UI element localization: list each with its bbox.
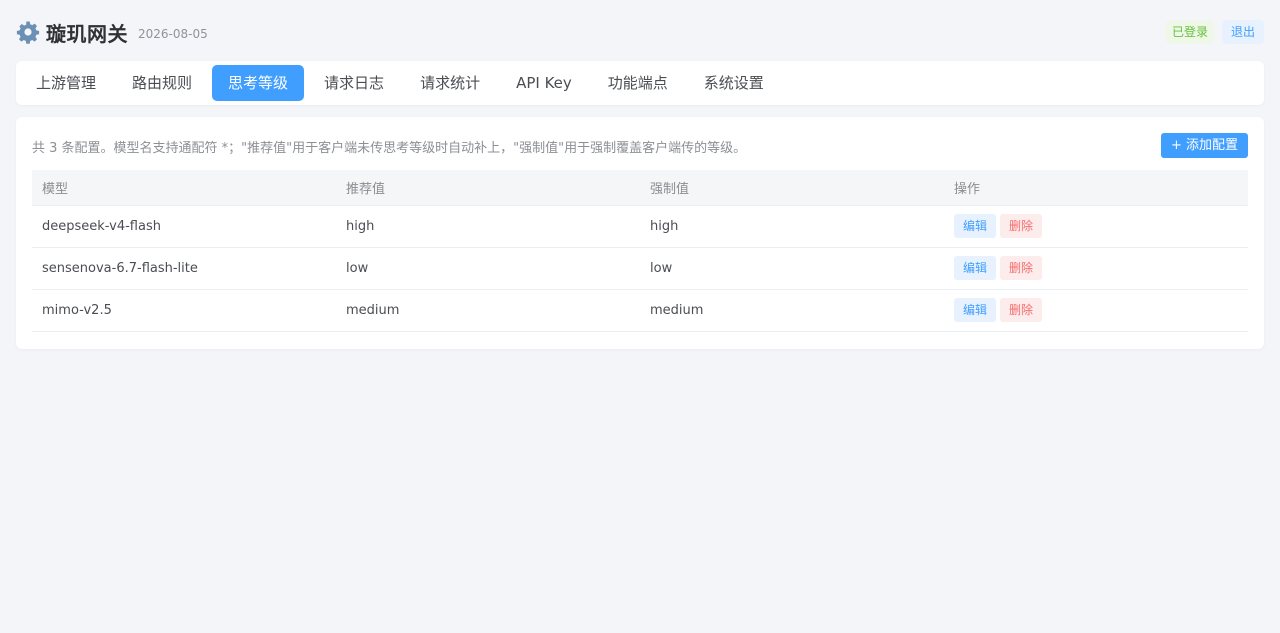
delete-button[interactable]: 删除: [1000, 214, 1043, 238]
tab-endpoints[interactable]: 功能端点: [592, 65, 684, 101]
cell-model: deepseek-v4-flash: [32, 205, 336, 248]
edit-button[interactable]: 编辑: [954, 256, 997, 280]
cell-recommended: low: [336, 247, 640, 290]
tab-request-stats[interactable]: 请求统计: [404, 65, 496, 101]
app-title: 璇玑网关: [46, 21, 128, 46]
cell-forced: medium: [640, 289, 944, 332]
cell-actions: 编辑 删除: [944, 289, 1248, 332]
cell-model: sensenova-6.7-flash-lite: [32, 247, 336, 290]
table-header-row: 模型 推荐值 强制值 操作: [32, 170, 1248, 206]
app-header: 璇玑网关 2026-08-05 已登录 退出: [16, 16, 1264, 48]
config-table: 模型 推荐值 强制值 操作 deepseek-v4-flash high hig…: [32, 170, 1248, 332]
gear-icon: [16, 20, 40, 44]
tab-routing-rules[interactable]: 路由规则: [116, 65, 208, 101]
panel-description: 共 3 条配置。模型名支持通配符 *；"推荐值"用于客户端未传思考等级时自动补上…: [32, 141, 747, 156]
delete-button[interactable]: 删除: [1000, 298, 1043, 322]
logout-button[interactable]: 退出: [1221, 20, 1264, 44]
column-header-forced: 强制值: [640, 170, 944, 206]
add-config-button[interactable]: + 添加配置: [1160, 133, 1248, 158]
cell-actions: 编辑 删除: [944, 247, 1248, 290]
main-tabs: 上游管理 路由规则 思考等级 请求日志 请求统计 API Key 功能端点 系统…: [16, 61, 1264, 105]
tab-system-settings[interactable]: 系统设置: [688, 65, 780, 101]
cell-recommended: high: [336, 205, 640, 248]
table-row: sensenova-6.7-flash-lite low low 编辑 删除: [32, 247, 1248, 290]
cell-forced: high: [640, 205, 944, 248]
app-date: 2026-08-05: [138, 27, 208, 41]
edit-button[interactable]: 编辑: [954, 214, 997, 238]
delete-button[interactable]: 删除: [1000, 256, 1043, 280]
thinking-level-panel: 共 3 条配置。模型名支持通配符 *；"推荐值"用于客户端未传思考等级时自动补上…: [16, 117, 1264, 349]
login-status-badge: 已登录: [1165, 20, 1214, 44]
table-row: mimo-v2.5 medium medium 编辑 删除: [32, 289, 1248, 332]
cell-model: mimo-v2.5: [32, 289, 336, 332]
cell-actions: 编辑 删除: [944, 205, 1248, 248]
table-row: deepseek-v4-flash high high 编辑 删除: [32, 205, 1248, 248]
tab-upstream[interactable]: 上游管理: [20, 65, 112, 101]
header-actions: 已登录 退出: [1165, 20, 1264, 44]
cell-recommended: medium: [336, 289, 640, 332]
edit-button[interactable]: 编辑: [954, 298, 997, 322]
tab-thinking-level[interactable]: 思考等级: [212, 65, 305, 101]
column-header-model: 模型: [32, 170, 336, 206]
column-header-recommended: 推荐值: [336, 170, 640, 206]
column-header-actions: 操作: [944, 170, 1248, 206]
tab-request-logs[interactable]: 请求日志: [308, 65, 400, 101]
cell-forced: low: [640, 247, 944, 290]
tab-api-key[interactable]: API Key: [500, 65, 588, 101]
